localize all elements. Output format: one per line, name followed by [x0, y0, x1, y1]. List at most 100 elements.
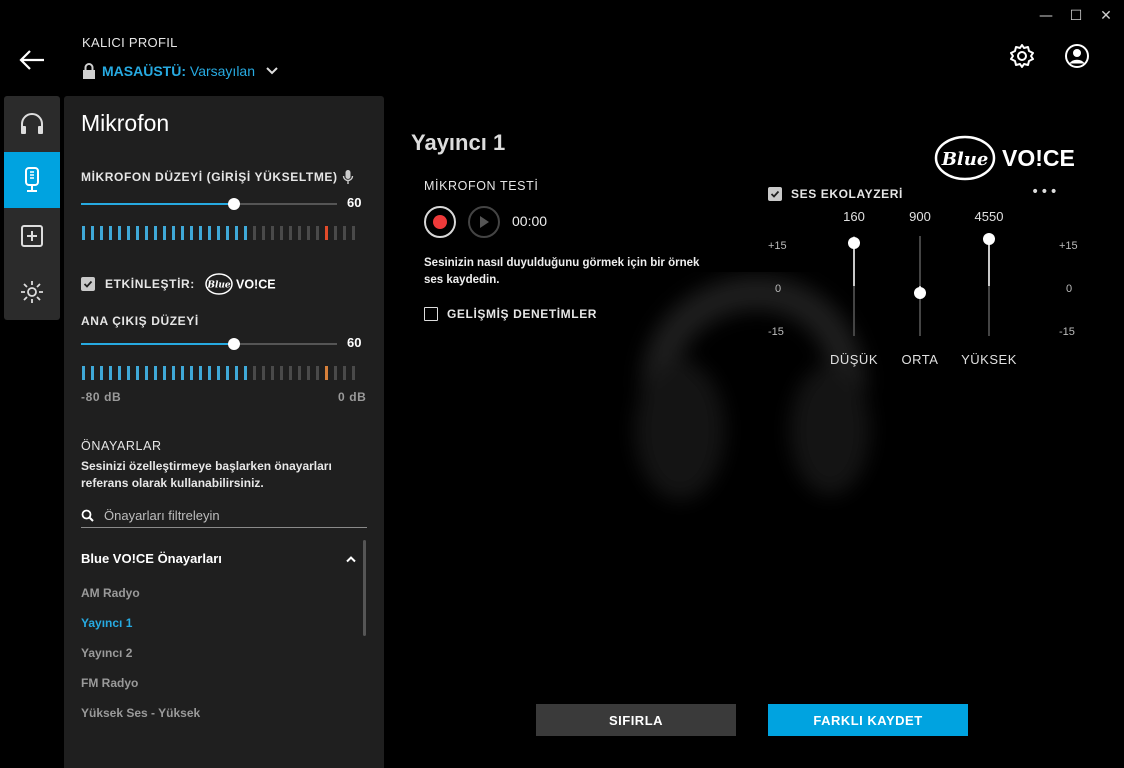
- meter-bar: [325, 366, 328, 380]
- meter-bar: [352, 366, 355, 380]
- mic-level-knob[interactable]: [228, 198, 240, 210]
- meter-bar: [181, 366, 184, 380]
- meter-bar: [199, 366, 202, 380]
- reset-button[interactable]: SIFIRLA: [536, 704, 736, 736]
- nav-microphone[interactable]: [4, 152, 60, 208]
- meter-bar: [91, 366, 94, 380]
- preset-item[interactable]: FM Radyo: [81, 676, 138, 690]
- microphone-small-icon: [342, 170, 354, 184]
- meter-bar: [226, 366, 229, 380]
- blue-voice-logo: Blue VO!CE: [205, 273, 275, 295]
- meter-bar: [127, 226, 130, 240]
- eq-knob[interactable]: [848, 236, 860, 249]
- nav-lighting[interactable]: [4, 264, 60, 320]
- search-icon: [81, 509, 94, 522]
- meter-bar: [217, 366, 220, 380]
- play-button[interactable]: [468, 206, 500, 238]
- headset-icon: [21, 113, 43, 134]
- svg-text:Blue: Blue: [941, 149, 989, 170]
- meter-bar: [307, 366, 310, 380]
- meter-bar: [217, 226, 220, 240]
- play-icon: [480, 216, 489, 228]
- account-icon[interactable]: [1063, 42, 1091, 70]
- meter-bar: [235, 366, 238, 380]
- meter-bar: [298, 226, 301, 240]
- eq-knob[interactable]: [983, 233, 995, 246]
- nav-headset[interactable]: [4, 96, 60, 152]
- eq-scale-bottom-left: -15: [768, 326, 784, 338]
- profile-selector[interactable]: MASAÜSTÜ: Varsayılan: [82, 60, 279, 82]
- preset-item-active[interactable]: Yayıncı 1: [81, 616, 132, 630]
- svg-text:VO!CE: VO!CE: [1002, 145, 1075, 171]
- preset-search-input[interactable]: [104, 508, 344, 523]
- meter-bar: [244, 226, 247, 240]
- eq-scale-top-right: +15: [1059, 240, 1078, 252]
- record-button[interactable]: [424, 206, 456, 238]
- advanced-checkbox[interactable]: [424, 307, 438, 321]
- eq-scale-top-left: +15: [768, 240, 787, 252]
- eq-knob[interactable]: [914, 286, 926, 299]
- enable-checkbox[interactable]: [81, 277, 95, 291]
- meter-bar: [352, 226, 355, 240]
- meter-bar: [262, 366, 265, 380]
- meter-bar: [109, 226, 112, 240]
- blue-voice-brand-logo: Blue VO!CE: [934, 135, 1075, 181]
- preset-group-header[interactable]: Blue VO!CE Önayarları: [81, 551, 357, 566]
- meter-bar: [244, 366, 247, 380]
- meter-bar: [226, 226, 229, 240]
- preset-item[interactable]: AM Radyo: [81, 586, 140, 600]
- meter-bar: [82, 226, 85, 240]
- meter-bar: [163, 226, 166, 240]
- meter-bar: [271, 366, 274, 380]
- meter-bar: [289, 366, 292, 380]
- presets-label: ÖNAYARLAR: [81, 439, 162, 453]
- checkmark-icon: [770, 190, 780, 198]
- persistent-profile-label: KALICI PROFIL: [82, 35, 178, 50]
- eq-toggle[interactable]: SES EKOLAYZERİ: [768, 187, 903, 201]
- output-level-fill: [81, 343, 234, 345]
- chevron-down-icon: [266, 67, 278, 75]
- preset-search[interactable]: [81, 504, 367, 528]
- eq-checkbox[interactable]: [768, 187, 782, 201]
- meter-bar: [145, 226, 148, 240]
- meter-bar: [145, 366, 148, 380]
- minimize-button[interactable]: —: [1036, 8, 1056, 24]
- eq-band-high: YÜKSEK: [961, 352, 1017, 367]
- meter-bar: [253, 366, 256, 380]
- meter-bar: [334, 366, 337, 380]
- add-icon: [21, 225, 43, 247]
- meter-bar: [262, 226, 265, 240]
- meter-bar: [163, 366, 166, 380]
- nav-add[interactable]: [4, 208, 60, 264]
- meter-bar: [154, 226, 157, 240]
- meter-bar: [316, 366, 319, 380]
- save-as-button[interactable]: FARKLI KAYDET: [768, 704, 968, 736]
- maximize-button[interactable]: ☐: [1066, 8, 1086, 24]
- back-arrow-icon[interactable]: [18, 48, 46, 72]
- meter-bar: [289, 226, 292, 240]
- advanced-label: GELİŞMİŞ DENETİMLER: [447, 307, 598, 321]
- meter-bar: [208, 366, 211, 380]
- meter-bar: [280, 226, 283, 240]
- gear-icon[interactable]: [1008, 42, 1036, 70]
- db-min-label: -80 dB: [81, 390, 122, 404]
- preset-scrollbar[interactable]: [363, 540, 366, 636]
- preset-item[interactable]: Yüksek Ses - Yüksek: [81, 706, 200, 720]
- mic-level-label: MİKROFON DÜZEYİ (GİRİŞİ YÜKSELTME): [81, 170, 338, 184]
- eq-freq-mid: 900: [909, 209, 931, 224]
- meter-bar: [343, 366, 346, 380]
- output-level-knob[interactable]: [228, 338, 240, 350]
- meter-bar: [172, 226, 175, 240]
- meter-bar: [253, 226, 256, 240]
- close-button[interactable]: ✕: [1096, 8, 1116, 24]
- record-icon: [433, 215, 447, 229]
- preset-item[interactable]: Yayıncı 2: [81, 646, 132, 660]
- meter-bar: [154, 366, 157, 380]
- output-level-value: 60: [347, 335, 362, 350]
- eq-scale-mid-right: 0: [1066, 283, 1073, 295]
- eq-fill: [988, 239, 990, 286]
- meter-bar: [280, 366, 283, 380]
- advanced-controls-toggle[interactable]: GELİŞMİŞ DENETİMLER: [424, 307, 597, 321]
- eq-more-button[interactable]: •••: [1031, 184, 1059, 200]
- microphone-icon: [25, 167, 39, 192]
